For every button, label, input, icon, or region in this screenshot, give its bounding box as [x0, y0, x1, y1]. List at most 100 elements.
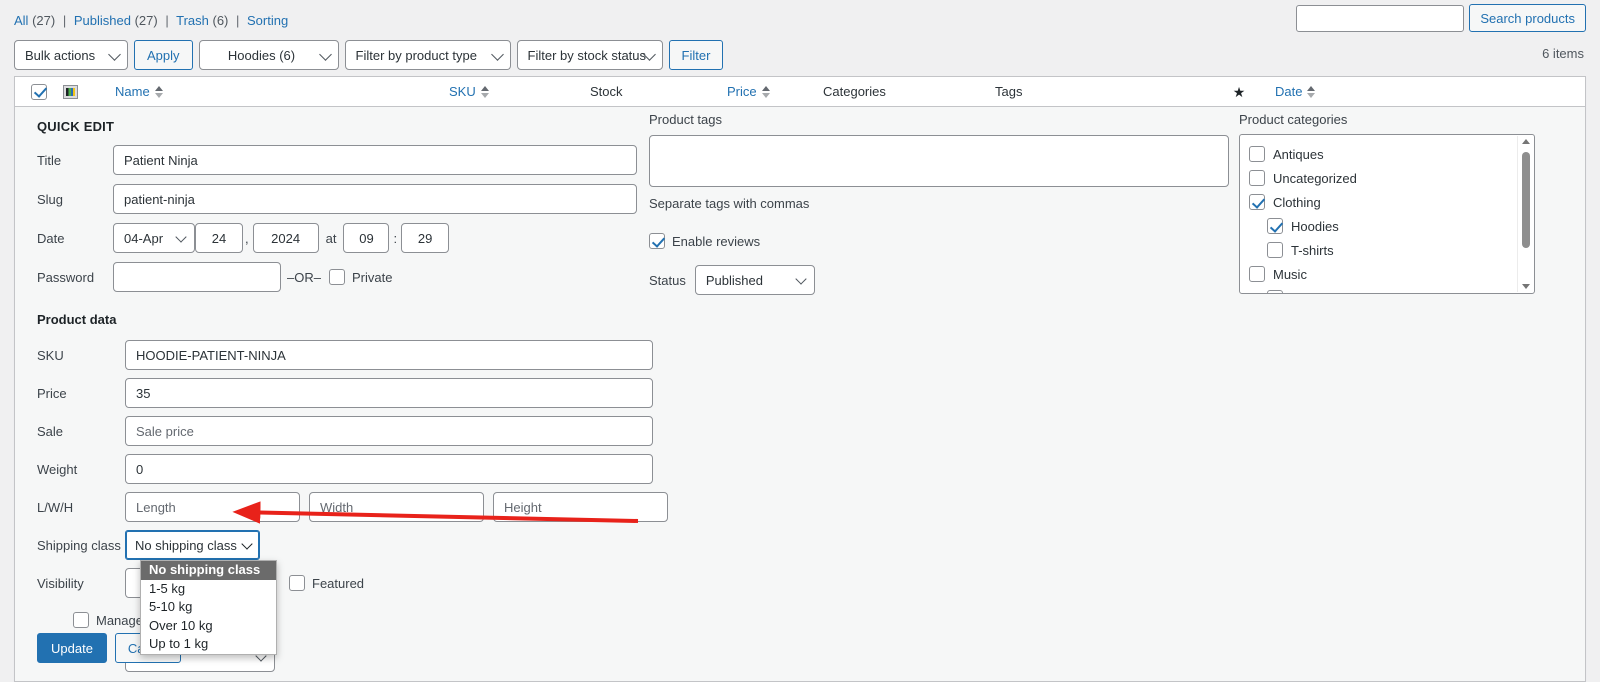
sale-price-input[interactable] [125, 416, 653, 446]
bulk-actions-select[interactable]: Bulk actions [14, 40, 128, 70]
product-tags-textarea[interactable] [649, 135, 1229, 187]
chevron-down-icon [490, 48, 504, 61]
category-item[interactable]: Uncategorized [1249, 166, 1534, 190]
search-input[interactable] [1296, 4, 1465, 32]
sort-arrows-icon[interactable] [154, 85, 163, 98]
shipping-class-select[interactable]: No shipping class [125, 530, 260, 560]
date-year-input[interactable] [252, 223, 319, 253]
date-comma: , [245, 230, 249, 246]
title-input[interactable] [113, 145, 637, 175]
filter-button[interactable]: Filter [668, 40, 724, 70]
update-button[interactable]: Update [37, 633, 107, 663]
view-link-sorting[interactable]: Sorting [247, 13, 288, 28]
status-select[interactable]: Published [694, 265, 815, 295]
view-count-trash: (6) [212, 13, 229, 28]
bulk-actions-value: Bulk actions [25, 47, 96, 63]
width-input[interactable] [309, 492, 484, 522]
sort-arrows-icon[interactable] [761, 85, 770, 98]
column-header-featured: ★ [1203, 85, 1275, 99]
sku-input[interactable] [125, 340, 653, 370]
column-header-date[interactable]: Date [1275, 84, 1375, 99]
category-checkbox[interactable] [1249, 194, 1265, 210]
status-value: Published [705, 272, 763, 288]
sale-label: Sale [37, 423, 64, 439]
view-separator-3: | [236, 13, 240, 28]
visibility-row: Visibility Featured [37, 568, 657, 598]
view-link-all[interactable]: All [14, 13, 28, 28]
search-products-button[interactable]: Search products [1469, 4, 1586, 32]
category-item[interactable]: T-shirts [1249, 238, 1534, 262]
category-item[interactable]: Hoodies [1249, 214, 1534, 238]
slug-input[interactable] [113, 184, 637, 214]
quick-edit-right-column: Product categories Antiques Uncategorized… [1239, 112, 1539, 294]
enable-reviews-label: Enable reviews [672, 233, 761, 249]
category-label: Albums [1291, 291, 1334, 294]
date-minute-input[interactable] [401, 223, 450, 253]
scrollbar-thumb[interactable] [1522, 152, 1530, 248]
column-header-date-label: Date [1275, 84, 1303, 99]
manage-stock-checkbox[interactable] [73, 612, 89, 628]
chevron-down-icon [241, 538, 253, 550]
sort-arrows-icon[interactable] [480, 85, 489, 98]
shipping-class-option[interactable]: No shipping class [141, 561, 276, 580]
column-header-sku[interactable]: SKU [449, 84, 590, 99]
stock-status-filter-value: Filter by stock status [527, 47, 647, 63]
category-checkbox[interactable] [1249, 266, 1265, 282]
shipping-class-option[interactable]: Up to 1 kg [141, 635, 276, 654]
shipping-class-dropdown-menu[interactable]: No shipping class 1-5 kg 5-10 kg Over 10 kg… [140, 560, 277, 655]
wp-products-screen: All (27) | Published (27) | Trash (6) | … [0, 0, 1600, 682]
enable-reviews-checkbox[interactable] [649, 233, 665, 249]
price-input[interactable] [125, 378, 653, 408]
category-item[interactable]: Clothing [1249, 190, 1534, 214]
date-hour-input[interactable] [343, 223, 390, 253]
chevron-down-icon [795, 273, 807, 285]
column-header-price[interactable]: Price [727, 84, 823, 99]
select-all-checkbox[interactable] [31, 83, 47, 100]
view-link-published[interactable]: Published [74, 13, 131, 28]
private-label: Private [351, 269, 393, 285]
scroll-down-arrow-icon[interactable] [1521, 284, 1530, 289]
view-count-published: (27) [134, 13, 158, 28]
sort-arrows-icon[interactable] [1307, 85, 1316, 98]
category-checkbox[interactable] [1267, 290, 1283, 293]
select-all-checkbox-cell [15, 83, 63, 100]
category-label: T-shirts [1291, 242, 1334, 258]
column-header-name[interactable]: Name [115, 84, 449, 99]
date-month-select[interactable]: 04-Apr [113, 223, 195, 253]
shipping-class-option[interactable]: 5-10 kg [141, 598, 276, 617]
category-item[interactable]: Music [1249, 262, 1534, 286]
category-checkbox[interactable] [1267, 218, 1283, 234]
view-link-trash[interactable]: Trash [176, 13, 209, 28]
weight-row: Weight [37, 454, 657, 484]
category-filter-select[interactable]: Hoodies (6) [198, 40, 339, 70]
scroll-up-arrow-icon[interactable] [1521, 139, 1530, 144]
password-input[interactable] [113, 262, 281, 292]
category-item[interactable]: Antiques [1249, 142, 1534, 166]
height-input[interactable] [493, 492, 668, 522]
category-checkbox[interactable] [1249, 170, 1265, 186]
weight-input[interactable] [125, 454, 653, 484]
enable-reviews-row: Enable reviews [649, 233, 1239, 249]
date-label: Date [37, 230, 65, 246]
private-checkbox[interactable] [328, 269, 345, 285]
product-type-filter-select[interactable]: Filter by product type [344, 40, 511, 70]
shipping-class-option[interactable]: Over 10 kg [141, 617, 276, 636]
category-checkbox[interactable] [1267, 242, 1283, 258]
items-count: 6 items [1542, 46, 1584, 61]
column-header-name-label: Name [115, 84, 150, 99]
quick-edit-panel: QUICK EDIT Title Slug Date 04-Apr [15, 107, 1585, 681]
category-item[interactable]: Albums [1249, 286, 1534, 294]
category-checkbox[interactable] [1249, 146, 1265, 162]
product-type-filter-value: Filter by product type [355, 47, 477, 63]
stock-status-filter-select[interactable]: Filter by stock status [516, 40, 663, 70]
column-header-stock-label: Stock [590, 84, 623, 99]
visibility-label: Visibility [37, 575, 84, 591]
search-area: Search products [1296, 4, 1586, 32]
featured-checkbox[interactable] [289, 575, 305, 591]
shipping-class-option[interactable]: 1-5 kg [141, 580, 276, 599]
apply-button[interactable]: Apply [134, 40, 193, 70]
length-input[interactable] [125, 492, 300, 522]
categories-scrollbar[interactable] [1517, 136, 1533, 292]
date-day-input[interactable] [195, 223, 243, 253]
sku-row: SKU [37, 340, 657, 370]
